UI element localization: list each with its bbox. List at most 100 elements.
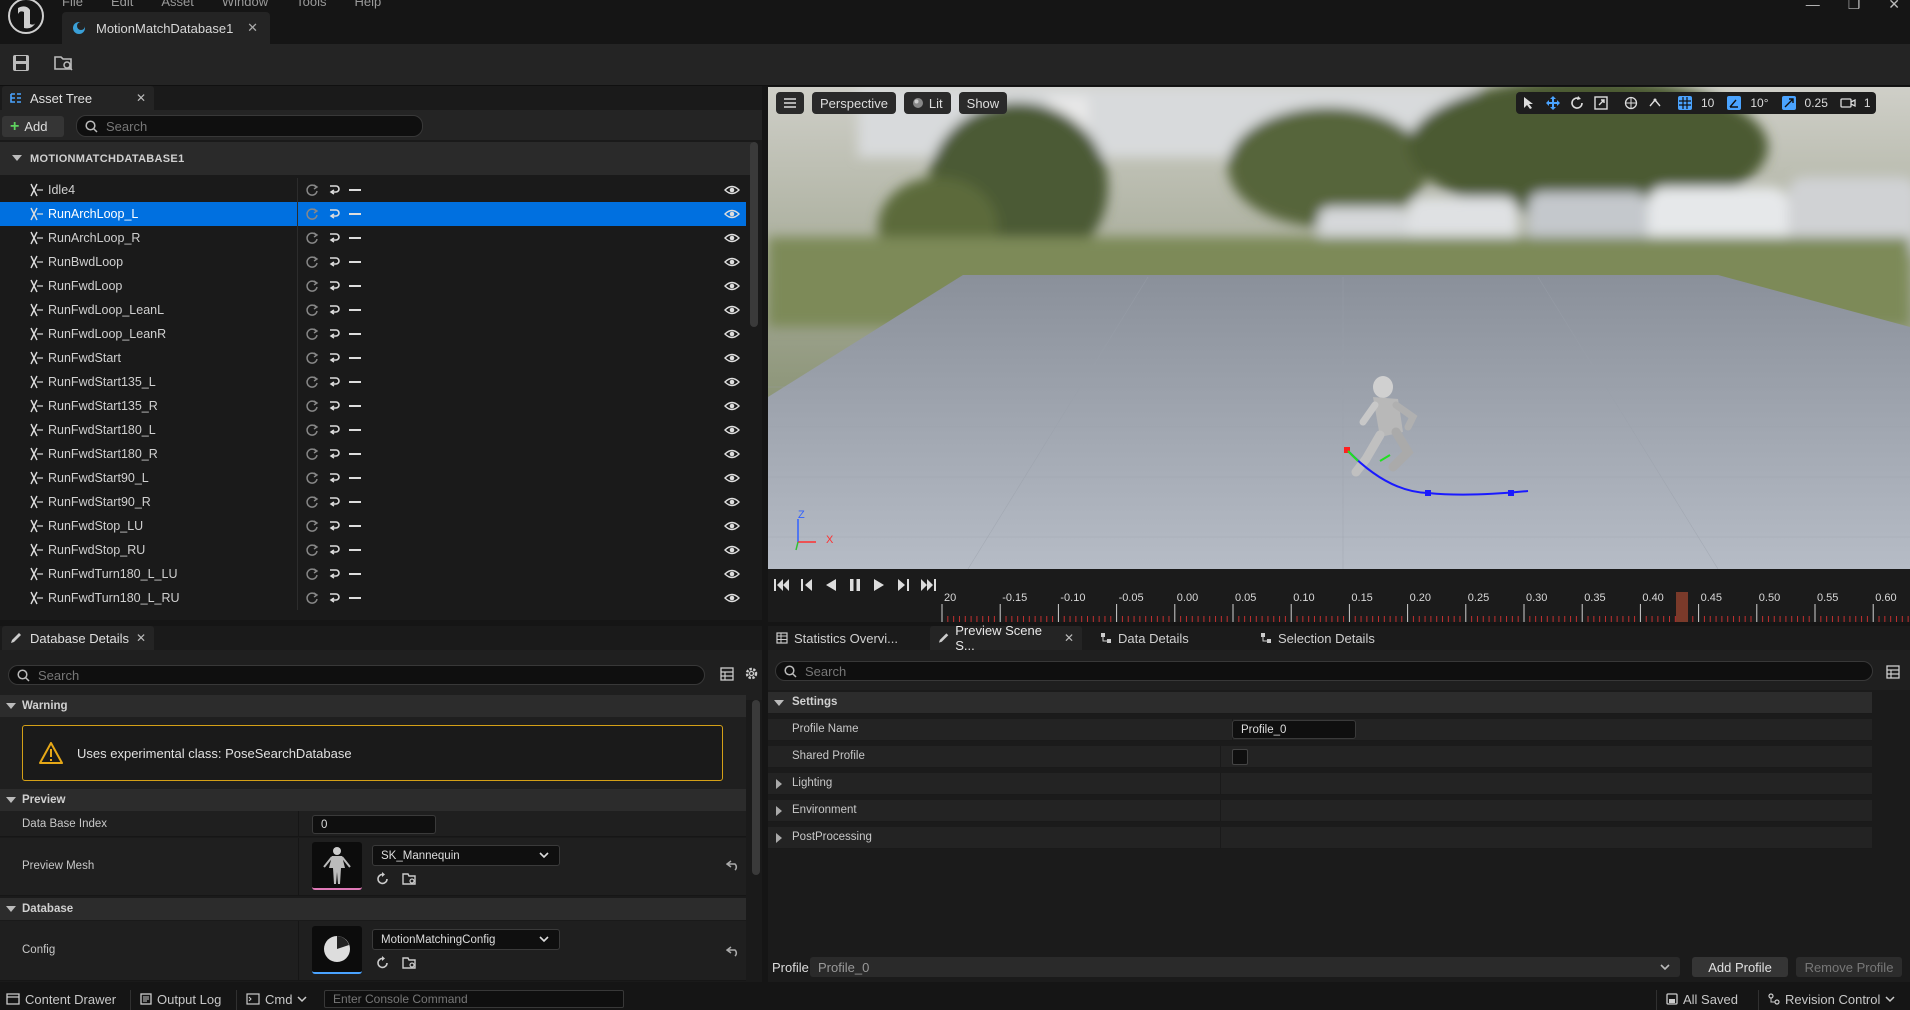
- mirror-icon[interactable]: [326, 446, 342, 465]
- close-window-icon[interactable]: ✕: [1888, 0, 1900, 13]
- mirror-icon[interactable]: [326, 542, 342, 561]
- disable-icon[interactable]: [348, 206, 362, 225]
- mirror-icon[interactable]: [326, 494, 342, 513]
- visibility-eye-icon[interactable]: [724, 447, 740, 464]
- mirror-icon[interactable]: [326, 566, 342, 585]
- asset-tree-root[interactable]: MOTIONMATCHDATABASE1: [0, 142, 752, 175]
- disable-icon[interactable]: [348, 566, 362, 585]
- menu-help[interactable]: Help: [354, 0, 381, 9]
- disable-icon[interactable]: [348, 494, 362, 513]
- loop-icon[interactable]: [304, 470, 320, 489]
- close-tab-icon[interactable]: ✕: [136, 631, 146, 645]
- loop-icon[interactable]: [304, 590, 320, 609]
- visibility-eye-icon[interactable]: [724, 567, 740, 584]
- visibility-eye-icon[interactable]: [724, 207, 740, 224]
- preview-mesh-combo[interactable]: SK_Mannequin: [372, 845, 560, 866]
- scale-snap-value[interactable]: 0.25: [1802, 96, 1831, 110]
- disable-icon[interactable]: [348, 422, 362, 441]
- visibility-eye-icon[interactable]: [724, 279, 740, 296]
- loop-icon[interactable]: [304, 566, 320, 585]
- maximize-icon[interactable]: ❐: [1848, 0, 1861, 13]
- visibility-eye-icon[interactable]: [724, 399, 740, 416]
- loop-icon[interactable]: [304, 326, 320, 345]
- config-combo[interactable]: MotionMatchingConfig: [372, 929, 560, 950]
- visibility-eye-icon[interactable]: [724, 183, 740, 200]
- rb-search-input[interactable]: Search: [775, 661, 1873, 681]
- disable-icon[interactable]: [348, 374, 362, 393]
- loop-icon[interactable]: [304, 374, 320, 393]
- asset-tree-item[interactable]: RunFwdStart: [0, 346, 746, 370]
- camera-speed-icon[interactable]: [1837, 92, 1859, 114]
- close-tab-icon[interactable]: ✕: [247, 20, 258, 36]
- profile-combo[interactable]: Profile_0: [810, 957, 1680, 977]
- visibility-eye-icon[interactable]: [724, 231, 740, 248]
- visibility-eye-icon[interactable]: [724, 327, 740, 344]
- loop-icon[interactable]: [304, 206, 320, 225]
- config-thumbnail-icon[interactable]: [312, 926, 362, 974]
- preview-section-header[interactable]: Preview: [0, 789, 746, 811]
- world-local-icon[interactable]: [1620, 92, 1642, 114]
- asset-tree-item[interactable]: RunFwdStop_LU: [0, 514, 746, 538]
- scale-mode-icon[interactable]: [1590, 92, 1612, 114]
- disable-icon[interactable]: [348, 542, 362, 561]
- asset-tree-item[interactable]: RunFwdTurn180_L_LU: [0, 562, 746, 586]
- skip-to-end-icon[interactable]: [920, 578, 936, 592]
- mirror-icon[interactable]: [326, 350, 342, 369]
- mannequin-thumbnail-icon[interactable]: [312, 842, 362, 890]
- grid-snap-icon[interactable]: [1674, 92, 1696, 114]
- save-icon[interactable]: [12, 54, 30, 75]
- reset-to-default-icon[interactable]: [725, 945, 740, 960]
- disable-icon[interactable]: [348, 518, 362, 537]
- rotation-snap-icon[interactable]: [1723, 92, 1745, 114]
- lit-button[interactable]: Lit: [903, 92, 951, 114]
- loop-icon[interactable]: [304, 518, 320, 537]
- menu-file[interactable]: File: [62, 0, 83, 9]
- asset-tree-scrollbar[interactable]: [750, 142, 758, 327]
- loop-icon[interactable]: [304, 398, 320, 417]
- mirror-icon[interactable]: [326, 182, 342, 201]
- asset-tree-item[interactable]: RunFwdStart180_L: [0, 418, 746, 442]
- loop-icon[interactable]: [304, 182, 320, 201]
- asset-tree-item[interactable]: RunBwdLoop: [0, 250, 746, 274]
- translate-mode-icon[interactable]: [1542, 92, 1564, 114]
- menu-window[interactable]: Window: [222, 0, 268, 9]
- data-base-index-input[interactable]: 0: [312, 815, 436, 834]
- content-drawer-button[interactable]: Content Drawer: [6, 988, 116, 1010]
- database-section-header[interactable]: Database: [0, 898, 746, 920]
- warning-section-header[interactable]: Warning: [0, 695, 746, 717]
- mirror-icon[interactable]: [326, 254, 342, 273]
- environment-row[interactable]: Environment: [768, 800, 1872, 822]
- mirror-icon[interactable]: [326, 230, 342, 249]
- revision-control-button[interactable]: Revision Control: [1768, 988, 1895, 1010]
- mirror-icon[interactable]: [326, 470, 342, 489]
- visibility-eye-icon[interactable]: [724, 423, 740, 440]
- mirror-icon[interactable]: [326, 398, 342, 417]
- mirror-icon[interactable]: [326, 374, 342, 393]
- menu-asset[interactable]: Asset: [161, 0, 194, 9]
- table-view-icon[interactable]: [720, 667, 734, 684]
- asset-tree-item[interactable]: RunArchLoop_R: [0, 226, 746, 250]
- disable-icon[interactable]: [348, 326, 362, 345]
- mirror-icon[interactable]: [326, 590, 342, 609]
- mirror-icon[interactable]: [326, 206, 342, 225]
- disable-icon[interactable]: [348, 398, 362, 417]
- disable-icon[interactable]: [348, 470, 362, 489]
- tab-data-details[interactable]: Data Details: [1092, 626, 1232, 650]
- disable-icon[interactable]: [348, 278, 362, 297]
- play-icon[interactable]: [872, 578, 886, 592]
- perspective-button[interactable]: Perspective: [812, 92, 896, 114]
- scale-snap-icon[interactable]: [1778, 92, 1800, 114]
- mirror-icon[interactable]: [326, 422, 342, 441]
- asset-tree-item[interactable]: RunFwdStart90_R: [0, 490, 746, 514]
- db-details-scrollbar[interactable]: [752, 700, 760, 875]
- rotate-mode-icon[interactable]: [1566, 92, 1588, 114]
- settings-gear-icon[interactable]: [744, 666, 759, 684]
- visibility-eye-icon[interactable]: [724, 375, 740, 392]
- asset-tree-item[interactable]: RunFwdStart180_R: [0, 442, 746, 466]
- browse-icon[interactable]: [402, 872, 417, 889]
- mirror-icon[interactable]: [326, 518, 342, 537]
- loop-icon[interactable]: [304, 542, 320, 561]
- use-selected-icon[interactable]: [376, 872, 390, 889]
- asset-tree-item[interactable]: RunArchLoop_L: [0, 202, 746, 226]
- play-reverse-icon[interactable]: [824, 578, 838, 592]
